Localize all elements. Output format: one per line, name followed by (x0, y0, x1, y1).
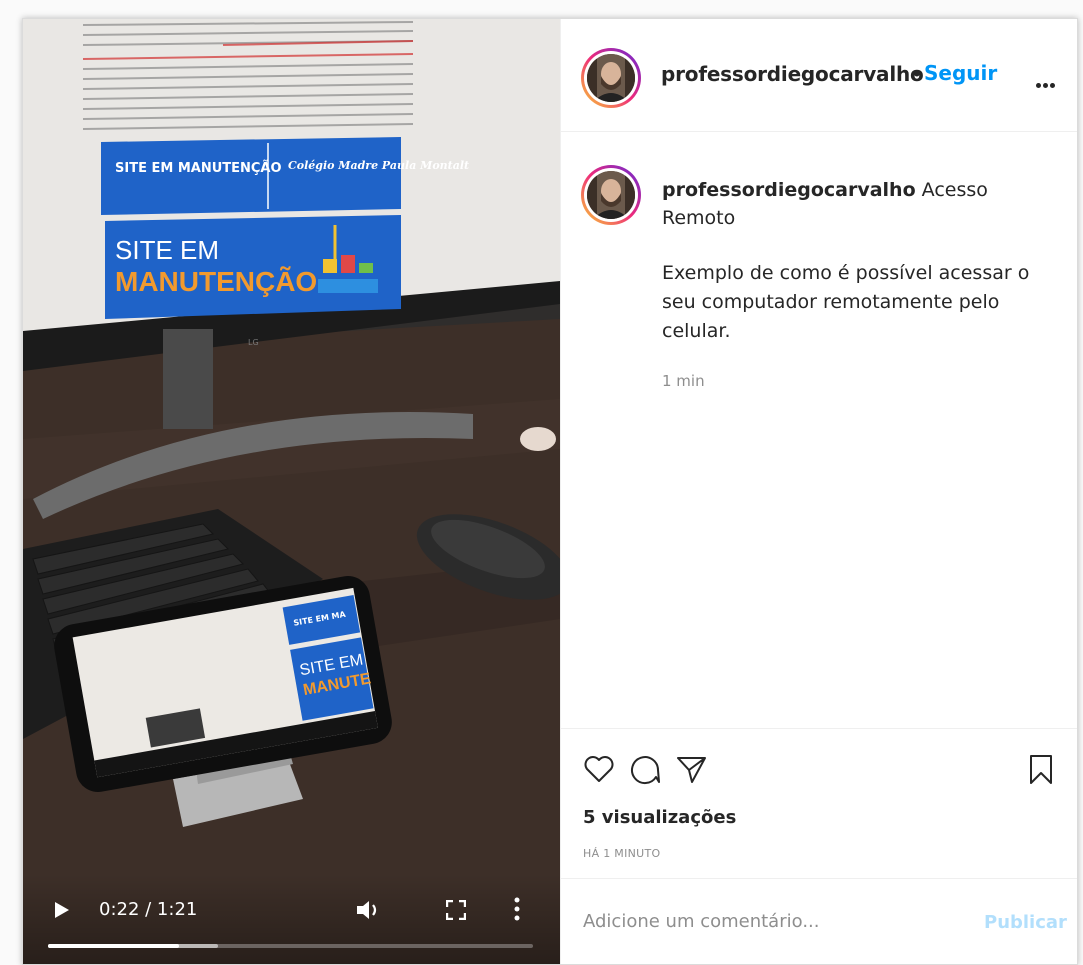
screen-banner-title: SITE EM MANUTENÇÃO (115, 160, 282, 176)
monitor-brand: LG (248, 338, 259, 347)
publish-button[interactable]: Publicar (984, 912, 1067, 933)
fullscreen-icon[interactable] (446, 900, 466, 920)
comment-icon[interactable] (629, 753, 661, 785)
play-icon[interactable] (53, 900, 71, 920)
views-count[interactable]: 5 visualizações (583, 807, 736, 828)
heart-icon[interactable] (583, 753, 615, 785)
follow-button[interactable]: Seguir (924, 61, 997, 85)
share-icon[interactable] (675, 753, 707, 785)
post-panel: professordiegocarvalho • Seguir professo… (560, 19, 1077, 964)
post-header: professordiegocarvalho • Seguir (561, 19, 1077, 132)
post-timestamp: HÁ 1 MINUTO (583, 847, 661, 860)
video-progress-track[interactable] (48, 944, 533, 948)
screen-logo-text: Colégio Madre Paula Montalt (288, 159, 469, 172)
volume-icon[interactable] (355, 898, 383, 922)
more-options-icon[interactable] (1036, 75, 1058, 88)
video-progress-bar (48, 944, 179, 948)
screen-banner-line2: MANUTENÇÃO (115, 266, 317, 297)
video-frame: LG SITE EM MANUTENÇÃO Colégio Madre Paul… (23, 19, 560, 964)
header-username[interactable]: professordiegocarvalho (661, 62, 924, 86)
video-player[interactable]: LG SITE EM MANUTENÇÃO Colégio Madre Paul… (23, 19, 560, 964)
more-options-icon[interactable] (513, 896, 521, 922)
profile-photo-icon (587, 171, 635, 219)
profile-photo-icon (587, 54, 635, 102)
screen-banner-maintenance (101, 137, 401, 215)
comment-input[interactable] (583, 911, 963, 932)
caption-avatar[interactable] (581, 165, 641, 225)
caption-username[interactable]: professordiegocarvalho (662, 179, 916, 201)
screen-banner-line1: SITE EM (115, 235, 219, 265)
bookmark-icon[interactable] (1025, 753, 1057, 785)
comment-bar: Publicar (561, 879, 1077, 964)
caption-area: professordiegocarvalho Acesso Remoto Exe… (561, 132, 1077, 729)
avatar[interactable] (581, 48, 641, 108)
caption-body: Exemplo de como é possível acessar o seu… (662, 262, 1030, 342)
video-controls: 0:22 / 1:21 (23, 874, 560, 964)
post-card: LG SITE EM MANUTENÇÃO Colégio Madre Paul… (22, 18, 1078, 965)
post-actions: 5 visualizações HÁ 1 MINUTO (561, 729, 1077, 879)
caption-time: 1 min (662, 372, 705, 390)
header-separator: • (911, 62, 923, 86)
video-time: 0:22 / 1:21 (99, 899, 198, 920)
caption-title: professordiegocarvalho Acesso Remoto (662, 176, 1052, 232)
